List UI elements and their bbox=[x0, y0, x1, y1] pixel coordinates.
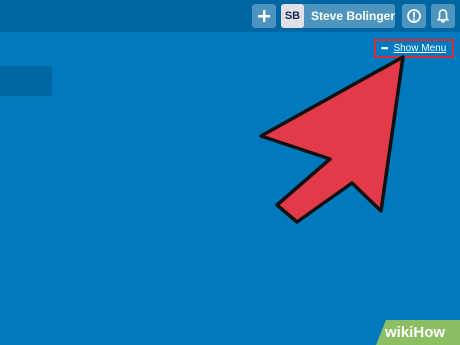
pointer-arrow-annotation bbox=[259, 55, 405, 224]
wikihow-wiki-text: wiki bbox=[385, 324, 414, 341]
wikihow-how-text: How bbox=[413, 324, 446, 341]
wikihow-watermark: wikiHow bbox=[385, 325, 445, 340]
